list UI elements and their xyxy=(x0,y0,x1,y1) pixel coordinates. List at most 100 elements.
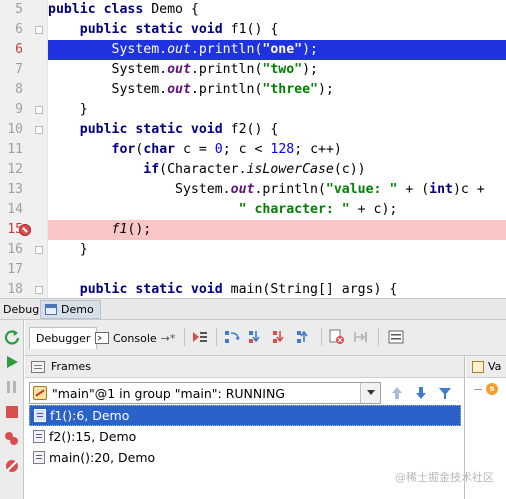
resume-icon xyxy=(7,356,18,368)
tab-console[interactable]: Console →* xyxy=(89,327,181,349)
fold-gutter[interactable] xyxy=(26,280,48,298)
line-number: 13 xyxy=(0,180,26,200)
fold-gutter[interactable] xyxy=(26,260,48,280)
stop-button[interactable] xyxy=(3,403,21,421)
variables-title: Va xyxy=(488,360,502,373)
code-line[interactable]: 11 for(char c = 0; c < 128; c++) xyxy=(0,140,506,160)
line-number: 17 xyxy=(0,260,26,280)
code-line-current-execution[interactable]: 6 System.out.println("one"); xyxy=(0,40,506,60)
previous-frame-button[interactable] xyxy=(389,385,405,401)
run-to-cursor-button[interactable] xyxy=(352,328,370,346)
fold-gutter[interactable] xyxy=(26,140,48,160)
frame-list-item[interactable]: f2():15, Demo xyxy=(29,426,461,447)
fold-gutter[interactable] xyxy=(26,40,48,60)
fold-marker-icon[interactable] xyxy=(35,106,43,114)
thread-icon xyxy=(33,386,47,400)
code-line[interactable]: 12 if(Character.isLowerCase(c)) xyxy=(0,160,506,180)
step-over-button[interactable] xyxy=(223,328,241,346)
fold-marker-icon[interactable] xyxy=(35,126,43,134)
show-execution-point-icon xyxy=(193,332,207,342)
fold-gutter[interactable] xyxy=(26,200,48,220)
code-text: } xyxy=(48,102,88,117)
code-text: System.out.println("value: " + (int)c + xyxy=(48,182,485,197)
frame-icon xyxy=(33,451,45,464)
fold-marker-icon[interactable] xyxy=(35,246,43,254)
debug-label: Debug xyxy=(3,303,40,316)
variable-row[interactable]: s xyxy=(474,383,498,395)
filter-icon xyxy=(439,388,451,399)
code-line[interactable]: 5 public class Demo { xyxy=(0,0,506,20)
next-frame-button[interactable] xyxy=(413,385,429,401)
fold-gutter[interactable] xyxy=(19,220,48,240)
fold-gutter[interactable] xyxy=(26,160,48,180)
code-line[interactable]: 17 xyxy=(0,260,506,280)
code-text: public class Demo { xyxy=(48,2,199,17)
fold-gutter[interactable] xyxy=(26,80,48,100)
fold-gutter[interactable] xyxy=(26,120,48,140)
code-line[interactable]: 16 } xyxy=(0,240,506,260)
view-breakpoints-icon xyxy=(5,432,18,445)
code-line[interactable]: 10 public static void f2() { xyxy=(0,120,506,140)
code-line[interactable]: 8 System.out.println("three"); xyxy=(0,80,506,100)
line-number: 7 xyxy=(0,60,26,80)
run-to-cursor-icon xyxy=(354,332,367,342)
chevron-down-icon[interactable] xyxy=(360,383,380,403)
code-line[interactable]: 6 public static void f1() { xyxy=(0,20,506,40)
code-line[interactable]: 14 " character: " + c); xyxy=(0,200,506,220)
fold-gutter[interactable] xyxy=(26,100,48,120)
fold-gutter[interactable] xyxy=(26,180,48,200)
debug-tool-window-header: Debug Demo xyxy=(0,298,506,320)
fold-marker-icon[interactable] xyxy=(35,26,43,34)
frame-list-item[interactable]: main():20, Demo xyxy=(29,447,461,468)
filter-frames-button[interactable] xyxy=(437,385,453,401)
mute-breakpoints-button[interactable] xyxy=(3,457,21,475)
line-number: 8 xyxy=(0,80,26,100)
fold-marker-icon[interactable] xyxy=(35,286,43,294)
code-line[interactable]: 9 } xyxy=(0,100,506,120)
line-number: 11 xyxy=(0,140,26,160)
show-execution-point-button[interactable] xyxy=(191,328,209,346)
tab-debugger-label: Debugger xyxy=(36,332,91,345)
pause-button[interactable] xyxy=(3,378,21,396)
frame-label: f1():6, Demo xyxy=(50,408,130,423)
rerun-button[interactable] xyxy=(3,328,21,346)
code-line[interactable]: 7 System.out.println("two"); xyxy=(0,60,506,80)
fold-gutter[interactable] xyxy=(26,60,48,80)
fold-gutter[interactable] xyxy=(26,20,48,40)
debug-side-toolbar xyxy=(0,320,24,499)
tab-debugger[interactable]: Debugger xyxy=(29,327,98,349)
code-line[interactable]: 13 System.out.println("value: " + (int)c… xyxy=(0,180,506,200)
force-step-into-button[interactable] xyxy=(271,328,289,346)
drop-frame-button[interactable] xyxy=(328,328,346,346)
run-config-tab[interactable]: Demo xyxy=(40,300,101,319)
thread-selector[interactable]: "main"@1 in group "main": RUNNING xyxy=(29,382,381,404)
breakpoint-icon[interactable] xyxy=(19,224,31,236)
frame-label: f2():15, Demo xyxy=(49,429,137,444)
resume-button[interactable] xyxy=(3,353,21,371)
tab-console-label: Console xyxy=(113,331,157,345)
code-text: public static void f2() { xyxy=(79,122,279,137)
run-config-icon xyxy=(45,304,57,315)
console-output-indicator: →* xyxy=(160,331,176,345)
code-text: public static void f1() { xyxy=(79,22,279,37)
pause-icon xyxy=(7,381,16,393)
code-line-breakpoint[interactable]: 15 f1(); xyxy=(0,220,506,240)
code-editor[interactable]: 5 public class Demo { 6 public static vo… xyxy=(0,0,506,298)
step-out-button[interactable] xyxy=(295,328,313,346)
frame-list: f1():6, Demo f2():15, Demo main():20, De… xyxy=(29,405,461,468)
code-line[interactable]: 18 public static void main(String[] args… xyxy=(0,280,506,298)
evaluate-expression-icon xyxy=(388,330,404,344)
static-field-icon: s xyxy=(486,383,498,395)
evaluate-expression-button[interactable] xyxy=(387,328,405,346)
variables-panel-header: Va xyxy=(466,356,506,378)
fold-gutter[interactable] xyxy=(26,240,48,260)
fold-gutter[interactable] xyxy=(26,0,48,20)
frame-list-item[interactable]: f1():6, Demo xyxy=(29,405,461,426)
console-icon xyxy=(95,332,109,344)
code-text: for(char c = 0; c < 128; c++) xyxy=(111,142,342,157)
frame-icon xyxy=(34,409,46,422)
line-number: 10 xyxy=(0,120,26,140)
step-into-button[interactable] xyxy=(247,328,265,346)
frames-icon xyxy=(31,360,45,373)
view-breakpoints-button[interactable] xyxy=(3,430,21,448)
